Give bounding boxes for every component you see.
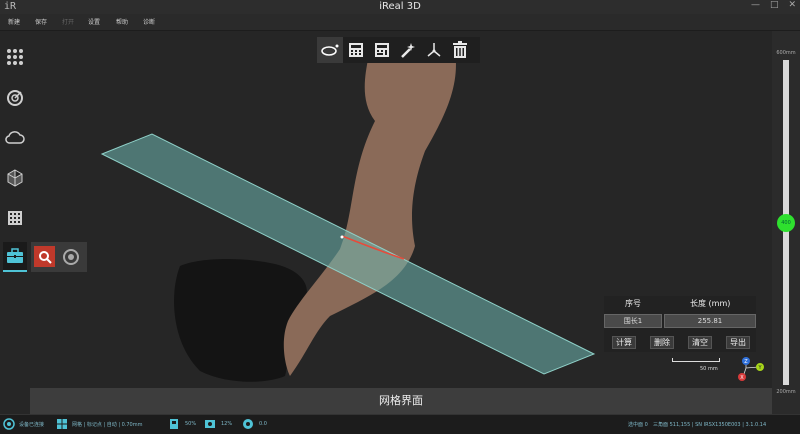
measure-row-name[interactable]: 围长1 <box>604 314 662 328</box>
toolbox-icon <box>7 248 23 263</box>
device-connected-icon <box>3 418 15 430</box>
target-button[interactable] <box>60 246 81 267</box>
slider-max-label: 600mm <box>776 50 796 56</box>
scale-bar-tick-left <box>672 358 673 362</box>
status-bar: 设备已连接 网格 | 标记点 | 自动 | 0.70mm 50% 12% 0.0… <box>0 414 800 434</box>
axis-gizmo[interactable]: Z Y X <box>734 356 768 382</box>
magic-wand-button[interactable] <box>395 37 421 63</box>
mesh-mode-icon <box>57 419 67 429</box>
export-button[interactable]: 导出 <box>726 336 750 349</box>
window-title: iReal 3D <box>379 1 421 12</box>
tool-grid-button[interactable] <box>3 43 27 71</box>
distance-slider: 600mm 400 200mm <box>772 31 800 414</box>
delete-button[interactable] <box>447 37 473 63</box>
grid-dots-icon <box>7 49 23 65</box>
scale-bar-label: 50 mm <box>700 366 718 372</box>
calc-button-2[interactable] <box>369 37 395 63</box>
scan-icon <box>7 90 23 106</box>
clear-button[interactable]: 清空 <box>688 336 712 349</box>
maximize-button[interactable]: □ <box>770 0 779 10</box>
scan-mode-status: 网格 | 标记点 | 自动 | 0.70mm <box>72 422 143 428</box>
tool-toolbox-button[interactable] <box>3 242 27 272</box>
device-status: 设备已连接 <box>19 422 45 428</box>
slider-min-label: 200mm <box>776 389 796 395</box>
ring-measure-icon <box>321 44 339 56</box>
title-bar: iR iReal 3D — □ ✕ <box>0 0 800 14</box>
tool-cloud-button[interactable] <box>3 124 27 152</box>
tool-calc-button[interactable] <box>3 204 27 232</box>
scale-bar-tick-right <box>719 358 720 362</box>
calculator-icon <box>349 43 363 57</box>
status-value-1: 50% <box>185 421 197 427</box>
status-value-3: 0.0 <box>259 421 267 427</box>
measurement-panel: 序号 长度 (mm) 围长1 255.81 计算 删除 清空 导出 <box>604 296 756 352</box>
settings-icon <box>243 419 253 429</box>
menu-settings[interactable]: 设置 <box>88 17 100 26</box>
sub-toolbar <box>31 242 87 272</box>
left-toolbar <box>0 31 30 414</box>
axis-icon <box>427 43 441 57</box>
status-value-2: 12% <box>221 421 233 427</box>
calculator-icon <box>8 211 22 225</box>
menu-diagnose[interactable]: 诊断 <box>143 17 155 26</box>
brightness-icon <box>170 419 178 429</box>
calculate-button[interactable]: 计算 <box>612 336 636 349</box>
trash-icon <box>453 41 467 58</box>
view-mode-label: 网格界面 <box>30 388 772 414</box>
measure-search-button[interactable] <box>34 246 55 267</box>
section-plane[interactable] <box>100 133 596 375</box>
magic-wand-icon <box>401 43 415 58</box>
cloud-icon <box>5 131 25 144</box>
exposure-icon <box>205 420 215 428</box>
col-index-header: 序号 <box>625 299 641 308</box>
axis-x-label: X <box>740 375 744 381</box>
mesh-cube-icon <box>7 169 23 187</box>
menu-open[interactable]: 打开 <box>62 17 74 26</box>
tool-scan-button[interactable] <box>3 84 27 112</box>
measure-toolbar <box>317 37 480 63</box>
close-button[interactable]: ✕ <box>788 0 796 10</box>
minimize-button[interactable]: — <box>751 0 760 10</box>
tool-mesh-button[interactable] <box>3 164 27 192</box>
slider-knob[interactable]: 400 <box>777 213 795 232</box>
remove-button[interactable]: 删除 <box>650 336 674 349</box>
arm-shape <box>283 43 456 376</box>
menu-help[interactable]: 帮助 <box>116 17 128 26</box>
menu-bar: 新建 保存 打开 设置 帮助 诊断 <box>0 14 800 31</box>
col-length-header: 长度 (mm) <box>690 299 731 308</box>
search-icon <box>38 250 52 264</box>
target-icon <box>62 248 79 265</box>
axis-z-label: Z <box>744 359 748 365</box>
contour-start-point <box>340 235 344 239</box>
calc-button-1[interactable] <box>343 37 369 63</box>
ring-measure-button[interactable] <box>317 37 343 63</box>
menu-new[interactable]: 新建 <box>8 17 20 26</box>
measure-row-value[interactable]: 255.81 <box>664 314 756 328</box>
window-controls: — □ ✕ <box>751 0 796 10</box>
scale-bar <box>672 361 720 362</box>
selected-faces-status: 选中面 0 <box>628 422 648 428</box>
axis-button[interactable] <box>421 37 447 63</box>
mesh-info-status: 三角面 511,155 | SN IRSX1350E003 | 3.1.0.14 <box>653 422 767 428</box>
menu-save[interactable]: 保存 <box>35 17 47 26</box>
calculator-alt-icon <box>375 43 389 57</box>
